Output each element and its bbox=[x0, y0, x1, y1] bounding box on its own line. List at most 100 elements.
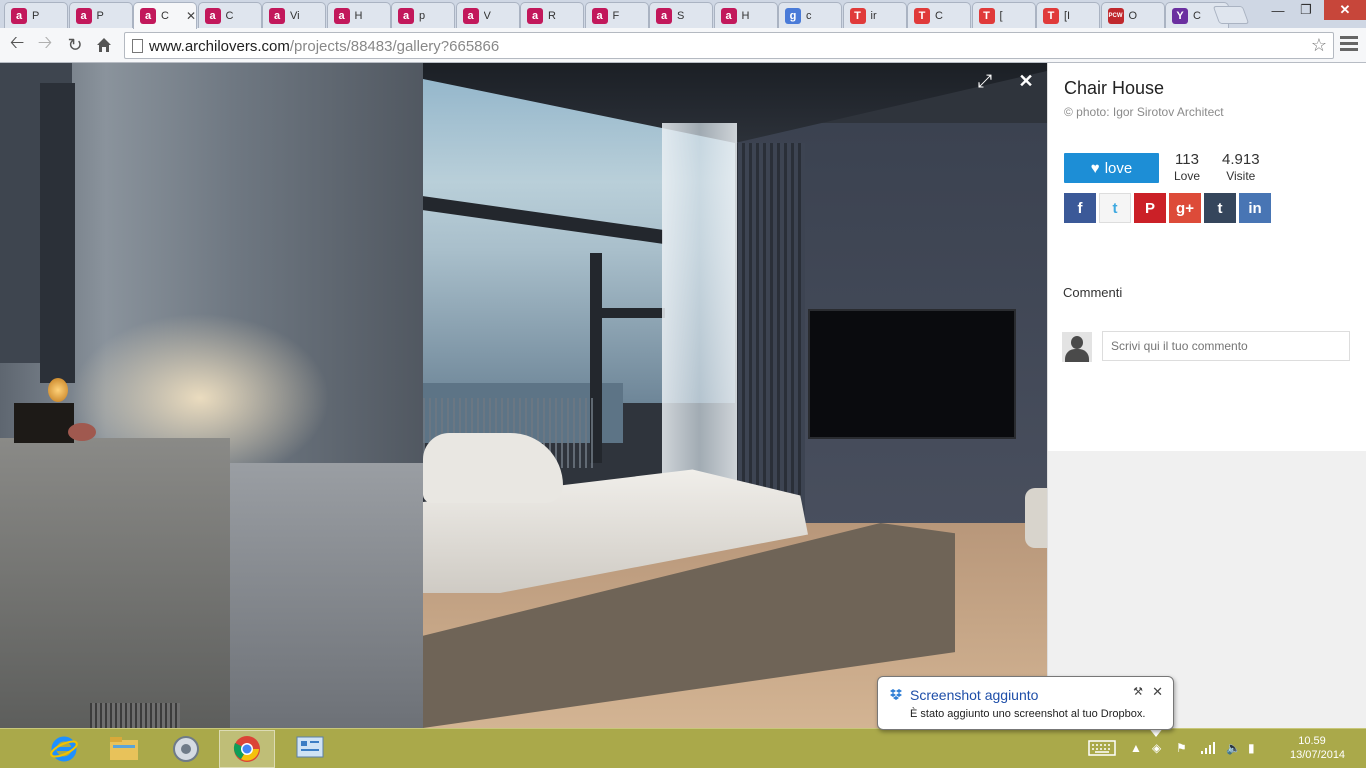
love-stat: 113 Love bbox=[1174, 151, 1200, 183]
clock-date: 13/07/2014 bbox=[1290, 749, 1346, 761]
tab-favicon-icon: g bbox=[785, 7, 801, 24]
network-icon[interactable] bbox=[1200, 741, 1216, 758]
chrome-icon[interactable] bbox=[219, 730, 275, 768]
tab-title: p bbox=[419, 9, 426, 22]
linkedin-share-icon[interactable]: in bbox=[1239, 193, 1271, 223]
minimize-button[interactable]: — bbox=[1264, 0, 1292, 20]
show-hidden-icons[interactable]: ▲ bbox=[1130, 741, 1142, 755]
browser-tab[interactable]: aH bbox=[326, 2, 391, 28]
page-icon bbox=[132, 39, 143, 53]
love-stat-label: Love bbox=[1174, 169, 1201, 183]
tab-favicon-icon: a bbox=[656, 7, 672, 24]
tab-favicon-icon: Y bbox=[1172, 7, 1188, 24]
action-center-flag-icon[interactable]: ⚑ bbox=[1176, 741, 1187, 755]
app-icon[interactable] bbox=[158, 730, 214, 768]
dropbox-notification[interactable]: Screenshot aggiunto È stato aggiunto uno… bbox=[877, 676, 1174, 730]
control-panel-icon[interactable] bbox=[282, 730, 338, 768]
tab-favicon-icon: a bbox=[75, 7, 92, 24]
address-bar[interactable]: www.archilovers.com/projects/88483/galle… bbox=[124, 32, 1334, 59]
taskbar-clock[interactable]: 10.59 13/07/2014 bbox=[1290, 734, 1346, 762]
dropbox-tray-icon[interactable]: ◈ bbox=[1152, 741, 1161, 755]
browser-tab[interactable]: aR bbox=[520, 2, 584, 28]
battery-icon[interactable]: ▮ bbox=[1248, 741, 1255, 755]
comment-input[interactable] bbox=[1102, 331, 1350, 361]
browser-tab[interactable]: T [I bbox=[1036, 2, 1100, 28]
tab-title: c bbox=[806, 9, 812, 22]
browser-tab[interactable]: ap bbox=[391, 2, 455, 28]
browser-tab[interactable]: TC bbox=[907, 2, 971, 28]
tab-favicon-icon: a bbox=[720, 7, 737, 24]
touch-keyboard-icon[interactable] bbox=[1088, 740, 1116, 759]
window-close-button[interactable]: ✕ bbox=[1324, 0, 1366, 20]
tab-favicon-icon: a bbox=[462, 7, 479, 24]
tab-favicon-icon: a bbox=[333, 7, 350, 24]
chrome-menu-icon[interactable] bbox=[1340, 36, 1358, 54]
browser-tab[interactable]: aP bbox=[4, 2, 68, 28]
back-icon[interactable]: 🡠 bbox=[4, 32, 30, 58]
new-tab-button[interactable] bbox=[1212, 6, 1250, 24]
browser-tab[interactable]: aS bbox=[649, 2, 713, 28]
tab-title: [ bbox=[999, 9, 1003, 22]
browser-tab[interactable]: aV bbox=[455, 2, 520, 28]
browser-tab[interactable]: Tir bbox=[842, 2, 907, 28]
browser-tab[interactable]: gc bbox=[778, 2, 842, 28]
close-gallery-icon[interactable]: ✕ bbox=[1014, 69, 1038, 93]
fullscreen-icon[interactable]: ⤢ bbox=[973, 69, 997, 93]
browser-tab[interactable]: aP bbox=[68, 2, 133, 28]
browser-tab[interactable]: aF bbox=[584, 2, 649, 28]
tab-title: C bbox=[1193, 9, 1201, 22]
avatar bbox=[1062, 332, 1092, 362]
browser-tab[interactable]: aC bbox=[197, 2, 262, 28]
tab-title: O bbox=[1128, 9, 1138, 22]
project-sidebar: Chair House © photo: Igor Sirotov Archit… bbox=[1047, 63, 1366, 728]
notification-close-icon[interactable]: ✕ bbox=[1152, 684, 1163, 700]
twitter-share-icon[interactable]: t bbox=[1099, 193, 1131, 223]
forward-icon[interactable]: 🡢 bbox=[32, 32, 58, 58]
restore-button[interactable]: ❐ bbox=[1292, 0, 1320, 20]
home-icon[interactable] bbox=[91, 32, 117, 58]
googleplus-share-icon[interactable]: g+ bbox=[1169, 193, 1201, 223]
browser-tab[interactable]: PCW O bbox=[1100, 2, 1165, 28]
file-explorer-icon[interactable] bbox=[96, 730, 152, 768]
tumblr-share-icon[interactable]: t bbox=[1204, 193, 1236, 223]
gallery-photo[interactable]: ⤢ ✕ bbox=[0, 63, 1047, 728]
bookmark-star-icon[interactable]: ☆ bbox=[1311, 35, 1327, 56]
tab-favicon-icon: a bbox=[527, 7, 543, 24]
facebook-share-icon[interactable]: f bbox=[1064, 193, 1096, 223]
project-title: Chair House bbox=[1064, 78, 1165, 98]
comment-form bbox=[1048, 316, 1366, 451]
browser-tab[interactable]: aH bbox=[713, 2, 778, 28]
url-path: /projects/88483/gallery?665866 bbox=[289, 38, 500, 55]
tab-title: H bbox=[741, 9, 750, 22]
browser-toolbar: 🡠 🡢 ↻ www.archilovers.com/projects/88483… bbox=[0, 28, 1366, 63]
notification-body: È stato aggiunto uno screenshot al tuo D… bbox=[910, 708, 1146, 720]
internet-explorer-icon[interactable] bbox=[36, 730, 92, 768]
tab-favicon-icon: T bbox=[1043, 7, 1059, 24]
tab-close-icon[interactable]: ✕ bbox=[186, 9, 196, 23]
tab-title: ir bbox=[870, 9, 877, 22]
clock-time: 10.59 bbox=[1298, 735, 1326, 747]
tab-favicon-icon: a bbox=[591, 7, 608, 24]
browser-tab[interactable]: a Vi bbox=[262, 2, 326, 28]
tab-title: R bbox=[548, 9, 556, 22]
tab-favicon-icon: a bbox=[11, 7, 27, 24]
tab-favicon-icon: T bbox=[849, 7, 866, 24]
love-count: 113 bbox=[1175, 151, 1199, 168]
tab-title: V bbox=[483, 9, 491, 22]
pinterest-share-icon[interactable]: P bbox=[1134, 193, 1166, 223]
visits-stat-label: Visite bbox=[1226, 169, 1256, 183]
tab-title: C bbox=[225, 9, 234, 22]
tab-title: P bbox=[96, 9, 104, 22]
tab-title: Vi bbox=[290, 9, 300, 22]
browser-tab[interactable]: T[ bbox=[971, 2, 1036, 28]
tab-title: P bbox=[32, 9, 40, 22]
volume-icon[interactable]: 🔈 bbox=[1226, 741, 1241, 755]
love-button[interactable]: ♥ love bbox=[1064, 153, 1159, 183]
tab-title: H bbox=[354, 9, 363, 22]
notification-title: Screenshot aggiunto bbox=[910, 687, 1039, 703]
project-info-panel: Chair House © photo: Igor Sirotov Archit… bbox=[1048, 63, 1366, 316]
tab-title: C bbox=[935, 9, 943, 22]
notification-settings-icon[interactable]: ⚒ bbox=[1133, 685, 1143, 698]
reload-icon[interactable]: ↻ bbox=[62, 32, 88, 58]
browser-tab[interactable]: a C ✕ bbox=[133, 2, 197, 29]
